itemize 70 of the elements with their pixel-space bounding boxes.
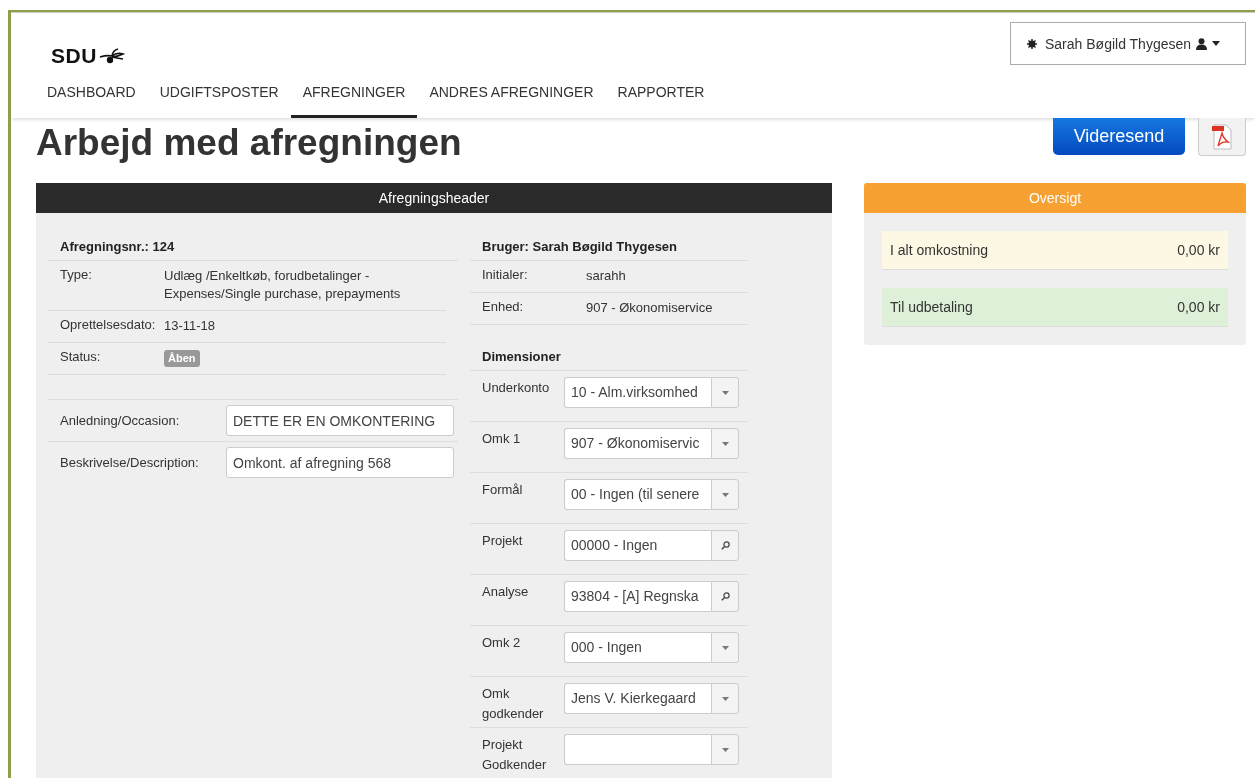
logo-text: SDU — [51, 45, 97, 67]
field-label: Formål — [482, 481, 524, 499]
user-heading: Bruger: Sarah Bøgild Thygesen — [470, 233, 748, 261]
search-icon — [720, 592, 730, 601]
panel-header: Afregningsheader — [36, 183, 832, 213]
caret-icon — [721, 645, 729, 650]
field-label: Anledning/Occasion: — [60, 413, 181, 428]
field-label: Type: — [60, 267, 93, 284]
summary-label: Til udbetaling — [890, 299, 973, 315]
field-label: Beskrivelse/Description: — [60, 455, 200, 470]
dropdown-field[interactable]: 00 - Ingen (til senere — [564, 479, 711, 510]
dropdown-toggle[interactable] — [711, 428, 739, 459]
page-title: Arbejd med afregningen — [36, 121, 462, 165]
caret-icon — [721, 747, 729, 752]
nav-tab[interactable]: RAPPORTER — [605, 70, 717, 118]
user-menu-button[interactable]: Sarah Bøgild Thygesen — [1010, 22, 1246, 65]
dropdown-field[interactable]: 907 - Økonomiservic — [564, 428, 711, 459]
person-icon — [1196, 37, 1208, 50]
dimensions-heading: Dimensioner — [470, 343, 748, 371]
dropdown-toggle[interactable] — [711, 734, 739, 765]
field-value: Udlæg /Enkeltkøb, forudbetalinger - Expenses/Single purchase, prepayments — [164, 267, 402, 303]
dropdown-field[interactable]: 10 - Alm.virksomhed — [564, 377, 711, 408]
field-label: Status: — [60, 349, 102, 366]
field-label: Projekt — [482, 532, 524, 550]
field-label: Oprettelsesdato: — [60, 317, 157, 334]
caret-icon — [721, 696, 729, 701]
caret-icon — [721, 441, 729, 446]
field-label: Projekt Godkender — [482, 736, 548, 774]
field-label: Initialer: — [482, 267, 529, 284]
text-field[interactable]: DETTE ER EN OMKONTERING — [226, 405, 454, 436]
pdf-button[interactable] — [1198, 118, 1246, 156]
dropdown-toggle[interactable] — [711, 683, 739, 714]
nav-tab[interactable]: DASHBOARD — [35, 70, 148, 118]
dropdown-field[interactable] — [564, 734, 711, 765]
caret-icon — [721, 492, 729, 497]
search-icon — [720, 541, 730, 550]
field-value: 13-11-18 — [164, 317, 217, 335]
text-field[interactable]: Omkont. af afregning 568 — [226, 447, 454, 478]
summary-label: I alt omkostning — [890, 242, 989, 258]
search-field[interactable]: 93804 - [A] Regnska — [564, 581, 711, 612]
dropdown-toggle[interactable] — [711, 479, 739, 510]
nav-tab[interactable]: UDGIFTSPOSTER — [147, 70, 291, 118]
field-label: Omk 2 — [482, 634, 522, 652]
search-button[interactable] — [711, 530, 739, 561]
dropdown-field[interactable]: Jens V. Kierkegaard — [564, 683, 711, 714]
field-label: Underkonto — [482, 379, 551, 397]
dropdown-toggle[interactable] — [711, 632, 739, 663]
field-label: Omk 1 — [482, 430, 522, 448]
field-value: sarahh — [586, 267, 627, 285]
forward-button[interactable]: Videresend — [1053, 118, 1185, 155]
dropdown-field[interactable]: 000 - Ingen — [564, 632, 711, 663]
caret-icon — [721, 390, 729, 395]
field-label: Enhed: — [482, 299, 525, 316]
search-field[interactable]: 00000 - Ingen — [564, 530, 711, 561]
leaf-logo-icon — [98, 48, 125, 64]
settlement-number: Afregningsnr.: 124 — [48, 233, 458, 261]
field-value: 907 - Økonomiservice — [586, 299, 714, 317]
status-badge: Åben — [164, 350, 200, 367]
pdf-file-icon — [1211, 123, 1233, 150]
nav-tab[interactable]: ANDRES AFREGNINGER — [417, 70, 606, 118]
gear-icon — [1027, 38, 1037, 49]
field-label: Analyse — [482, 583, 530, 601]
dropdown-toggle[interactable] — [711, 377, 739, 408]
summary-amount: 0,00 kr — [1177, 299, 1220, 315]
field-label: Omk godkender — [482, 685, 545, 723]
search-button[interactable] — [711, 581, 739, 612]
overview-header: Oversigt — [864, 183, 1246, 213]
caret-icon — [1212, 41, 1221, 46]
summary-amount: 0,00 kr — [1177, 242, 1220, 258]
nav-tab[interactable]: AFREGNINGER — [290, 70, 418, 118]
